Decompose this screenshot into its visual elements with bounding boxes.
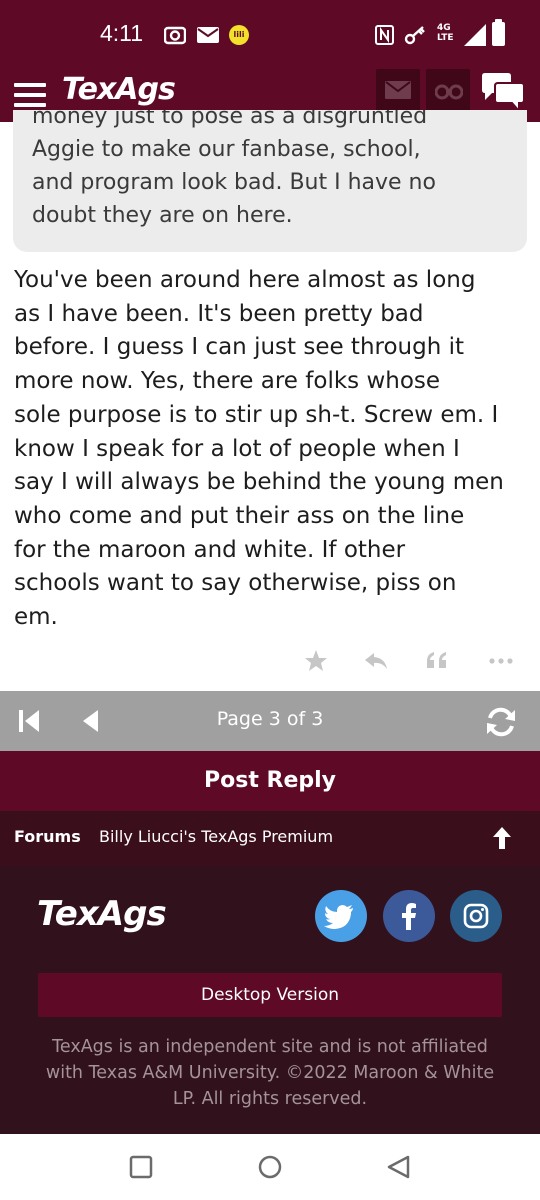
network-4g-icon: 4G LTE (437, 23, 454, 43)
chat-icon[interactable] (480, 72, 526, 114)
messages-button[interactable] (376, 69, 420, 113)
status-time: 4:11 (100, 20, 144, 46)
footer: TexAgs Desktop Version TexAgs is an inde… (0, 866, 540, 1134)
refresh-icon[interactable] (484, 705, 518, 739)
footer-logo[interactable]: TexAgs (37, 894, 167, 934)
texags-logo[interactable]: TexAgs (62, 72, 176, 107)
status-bar: 4:11 lili 4G LTE (0, 0, 540, 68)
lili-app-icon: lili (229, 25, 249, 45)
breadcrumb-board[interactable]: Billy Liucci's TexAgs Premium (99, 827, 333, 846)
network-sub: LTE (437, 33, 454, 43)
back-icon[interactable] (386, 1154, 412, 1180)
facebook-icon[interactable] (383, 890, 435, 942)
system-navigation-bar (0, 1134, 540, 1200)
vpn-key-icon (404, 26, 425, 45)
binoculars-icon (435, 84, 463, 100)
home-icon[interactable] (257, 1154, 283, 1180)
quote-text: money just to pose as a disgruntled Aggi… (32, 110, 436, 228)
twitter-icon[interactable] (315, 890, 367, 942)
star-icon[interactable] (303, 648, 329, 674)
instagram-icon[interactable] (450, 890, 502, 942)
recents-icon[interactable] (128, 1154, 154, 1180)
quote-icon[interactable] (424, 648, 450, 674)
arrow-up-icon[interactable] (490, 825, 514, 851)
footer-disclaimer: TexAgs is an independent site and is not… (45, 1037, 495, 1109)
more-icon[interactable] (488, 648, 514, 674)
network-type: 4G (437, 23, 451, 33)
breadcrumb: Forums Billy Liucci's TexAgs Premium (0, 811, 540, 866)
menu-icon[interactable] (14, 76, 48, 110)
mail-icon (197, 27, 219, 43)
nfc-icon (375, 25, 394, 45)
mail-icon (385, 81, 411, 99)
camera-icon (164, 26, 186, 45)
reply-icon[interactable] (363, 648, 389, 674)
breadcrumb-forums[interactable]: Forums (14, 827, 81, 846)
pagination-bar: Page 3 of 3 (0, 691, 540, 751)
post-body: You've been around here almost as long a… (14, 267, 504, 631)
signal-icon (464, 24, 486, 46)
post-reply-button[interactable]: Post Reply (0, 751, 540, 811)
page-indicator[interactable]: Page 3 of 3 (0, 708, 540, 730)
quoted-post: money just to pose as a disgruntled Aggi… (13, 110, 527, 252)
desktop-version-button[interactable]: Desktop Version (38, 973, 502, 1017)
battery-icon (492, 19, 505, 46)
watching-button[interactable] (426, 69, 470, 113)
